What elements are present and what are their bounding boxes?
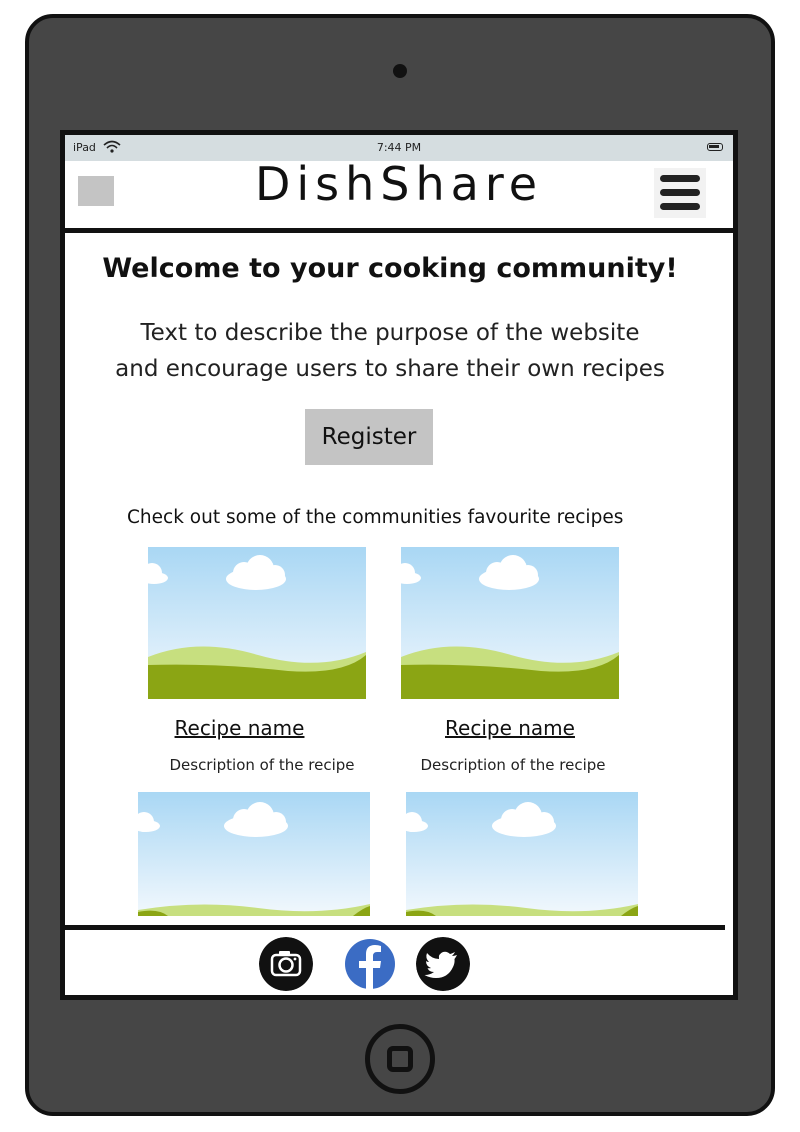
site-title[interactable]: DishShare <box>65 157 733 211</box>
footer-divider <box>65 925 725 930</box>
recipe-image[interactable] <box>406 792 638 916</box>
home-button-icon <box>387 1046 413 1072</box>
footer <box>65 925 733 995</box>
instagram-camera-icon[interactable] <box>259 937 313 991</box>
camera-dot <box>393 64 407 78</box>
register-button[interactable]: Register <box>305 409 433 465</box>
landscape-placeholder-icon <box>148 547 366 699</box>
battery-icon <box>707 143 723 151</box>
recipe-image[interactable] <box>401 547 619 699</box>
landscape-placeholder-icon <box>138 792 370 916</box>
recipe-image[interactable] <box>148 547 366 699</box>
recipe-description: Description of the recipe <box>169 756 355 774</box>
recipe-description: Description of the recipe <box>420 756 606 774</box>
header-divider <box>65 228 733 233</box>
recipe-image[interactable] <box>138 792 370 916</box>
facebook-icon[interactable] <box>343 937 397 991</box>
home-button[interactable] <box>365 1024 435 1094</box>
twitter-icon[interactable] <box>416 937 470 991</box>
recipe-name-link[interactable]: Recipe name <box>415 716 605 740</box>
intro-line-1: Text to describe the purpose of the webs… <box>140 320 640 346</box>
device-screen: iPad 7:44 PM DishShare Welcome to your c… <box>60 130 738 1000</box>
landscape-placeholder-icon <box>406 792 638 916</box>
hamburger-menu-icon[interactable] <box>654 168 706 218</box>
landscape-placeholder-icon <box>401 547 619 699</box>
intro-line-2: and encourage users to share their own r… <box>115 356 665 382</box>
favourites-heading: Check out some of the communities favour… <box>127 507 624 528</box>
status-time: 7:44 PM <box>376 141 422 154</box>
recipe-name-link[interactable]: Recipe name <box>148 716 331 740</box>
page-title: Welcome to your cooking community! <box>102 253 678 284</box>
intro-text: Text to describe the purpose of the webs… <box>65 315 715 387</box>
